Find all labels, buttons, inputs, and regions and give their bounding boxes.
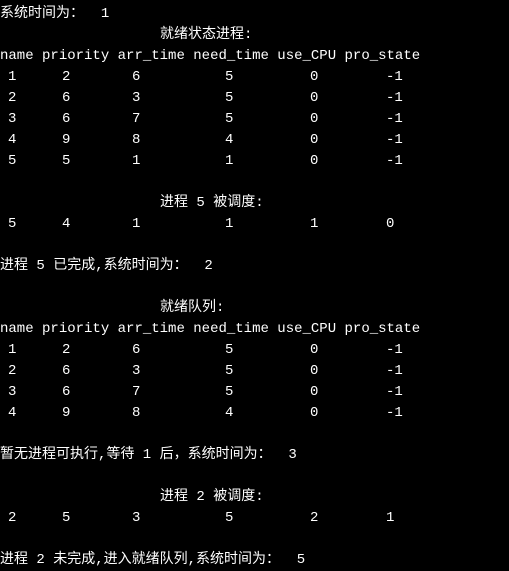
cell-name: 2 bbox=[0, 361, 40, 382]
cell-arr-time: 8 bbox=[110, 403, 185, 424]
cell-name: 5 bbox=[0, 214, 40, 235]
cell-name: 4 bbox=[0, 403, 40, 424]
scheduled-5-title: 进程 5 被调度: bbox=[0, 193, 509, 214]
cell-need-time: 4 bbox=[185, 130, 270, 151]
cell-need-time: 5 bbox=[185, 361, 270, 382]
cell-priority: 5 bbox=[40, 508, 110, 529]
cell-arr-time: 3 bbox=[110, 508, 185, 529]
cell-use-cpu: 0 bbox=[270, 361, 340, 382]
cell-name: 4 bbox=[0, 130, 40, 151]
cell-use-cpu: 1 bbox=[270, 214, 340, 235]
cell-need-time: 5 bbox=[185, 382, 270, 403]
table-row: 3 6 7 5 0 -1 bbox=[0, 382, 509, 403]
cell-use-cpu: 0 bbox=[270, 88, 340, 109]
cell-use-cpu: 0 bbox=[270, 151, 340, 172]
cell-need-time: 1 bbox=[185, 214, 270, 235]
cell-need-time: 5 bbox=[185, 88, 270, 109]
cell-name: 1 bbox=[0, 67, 40, 88]
system-time-line: 系统时间为： 1 bbox=[0, 4, 509, 25]
ready-title-1: 就绪状态进程: bbox=[0, 25, 509, 46]
cell-arr-time: 3 bbox=[110, 361, 185, 382]
cell-arr-time: 6 bbox=[110, 67, 185, 88]
cell-pro-state: 0 bbox=[340, 214, 420, 235]
cell-arr-time: 3 bbox=[110, 88, 185, 109]
cell-priority: 4 bbox=[40, 214, 110, 235]
table-row: 2 6 3 5 0 -1 bbox=[0, 361, 509, 382]
cell-priority: 5 bbox=[40, 151, 110, 172]
cell-use-cpu: 0 bbox=[270, 130, 340, 151]
cell-arr-time: 8 bbox=[110, 130, 185, 151]
table-row: 1 2 6 5 0 -1 bbox=[0, 67, 509, 88]
cell-use-cpu: 0 bbox=[270, 67, 340, 88]
process-5-done-msg: 进程 5 已完成,系统时间为： 2 bbox=[0, 256, 509, 277]
table-row: 3 6 7 5 0 -1 bbox=[0, 109, 509, 130]
cell-pro-state: -1 bbox=[340, 382, 420, 403]
cell-need-time: 5 bbox=[185, 67, 270, 88]
cell-name: 5 bbox=[0, 151, 40, 172]
cell-priority: 2 bbox=[40, 67, 110, 88]
cell-name: 3 bbox=[0, 109, 40, 130]
table-row: 5 4 1 1 1 0 bbox=[0, 214, 509, 235]
cell-need-time: 5 bbox=[185, 340, 270, 361]
cell-pro-state: -1 bbox=[340, 88, 420, 109]
table-row: 2 6 3 5 0 -1 bbox=[0, 88, 509, 109]
cell-priority: 6 bbox=[40, 361, 110, 382]
cell-arr-time: 6 bbox=[110, 340, 185, 361]
cell-priority: 2 bbox=[40, 340, 110, 361]
cell-name: 1 bbox=[0, 340, 40, 361]
cell-need-time: 1 bbox=[185, 151, 270, 172]
table-row: 5 5 1 1 0 -1 bbox=[0, 151, 509, 172]
cell-arr-time: 1 bbox=[110, 214, 185, 235]
cell-use-cpu: 0 bbox=[270, 340, 340, 361]
cell-name: 3 bbox=[0, 382, 40, 403]
cell-priority: 6 bbox=[40, 109, 110, 130]
table-header-2: name priority arr_time need_time use_CPU… bbox=[0, 319, 509, 340]
cell-use-cpu: 0 bbox=[270, 382, 340, 403]
cell-name: 2 bbox=[0, 88, 40, 109]
cell-pro-state: 1 bbox=[340, 508, 420, 529]
cell-pro-state: -1 bbox=[340, 340, 420, 361]
cell-arr-time: 7 bbox=[110, 382, 185, 403]
cell-pro-state: -1 bbox=[340, 130, 420, 151]
table-header-1: name priority arr_time need_time use_CPU… bbox=[0, 46, 509, 67]
scheduled-2-title: 进程 2 被调度: bbox=[0, 487, 509, 508]
cell-pro-state: -1 bbox=[340, 403, 420, 424]
cell-arr-time: 7 bbox=[110, 109, 185, 130]
cell-need-time: 4 bbox=[185, 403, 270, 424]
cell-use-cpu: 0 bbox=[270, 403, 340, 424]
cell-priority: 9 bbox=[40, 403, 110, 424]
table-row: 2 5 3 5 2 1 bbox=[0, 508, 509, 529]
table-row: 4 9 8 4 0 -1 bbox=[0, 403, 509, 424]
wait-msg: 暂无进程可执行,等待 1 后，系统时间为： 3 bbox=[0, 445, 509, 466]
cell-need-time: 5 bbox=[185, 508, 270, 529]
ready-queue-title: 就绪队列: bbox=[0, 298, 509, 319]
cell-need-time: 5 bbox=[185, 109, 270, 130]
cell-pro-state: -1 bbox=[340, 151, 420, 172]
table-row: 4 9 8 4 0 -1 bbox=[0, 130, 509, 151]
cell-pro-state: -1 bbox=[340, 109, 420, 130]
cell-name: 2 bbox=[0, 508, 40, 529]
cell-pro-state: -1 bbox=[340, 67, 420, 88]
cell-use-cpu: 2 bbox=[270, 508, 340, 529]
cell-pro-state: -1 bbox=[340, 361, 420, 382]
cell-priority: 6 bbox=[40, 382, 110, 403]
cell-use-cpu: 0 bbox=[270, 109, 340, 130]
table-row: 1 2 6 5 0 -1 bbox=[0, 340, 509, 361]
process-2-not-done-msg: 进程 2 未完成,进入就绪队列,系统时间为： 5 bbox=[0, 550, 509, 571]
cell-priority: 6 bbox=[40, 88, 110, 109]
cell-priority: 9 bbox=[40, 130, 110, 151]
cell-arr-time: 1 bbox=[110, 151, 185, 172]
